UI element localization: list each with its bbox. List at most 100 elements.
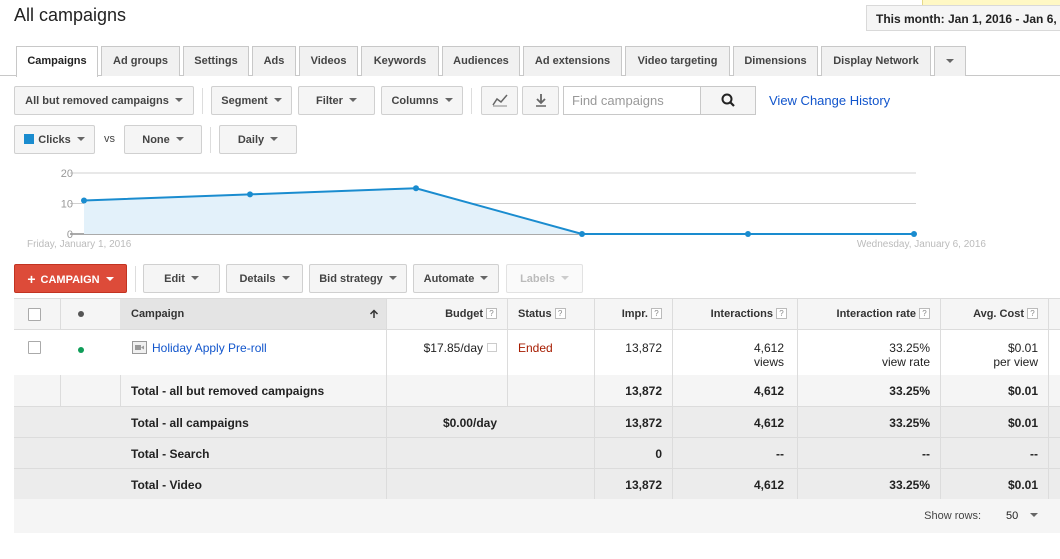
row-checkbox[interactable] xyxy=(28,341,41,354)
tab-ad-extensions[interactable]: Ad extensions xyxy=(523,46,622,76)
sort-ascending-icon xyxy=(369,309,379,318)
data-point xyxy=(413,185,419,192)
table-footer: Show rows: 50 xyxy=(14,499,1060,533)
metric2-label: None xyxy=(142,134,170,146)
column-header-interactions[interactable]: Interactions? xyxy=(672,299,797,329)
interaction-rate-cell: 33.25% view rate xyxy=(797,330,940,375)
edit-budget-icon[interactable] xyxy=(487,343,497,353)
tab-video-targeting[interactable]: Video targeting xyxy=(625,46,730,76)
total-interactions: -- xyxy=(776,447,784,461)
search-button[interactable] xyxy=(700,86,756,115)
chevron-down-icon xyxy=(273,98,282,103)
segment-label: Segment xyxy=(221,95,268,107)
show-rows-select[interactable]: 50 xyxy=(1006,506,1052,526)
chevron-down-icon xyxy=(190,276,199,281)
tab-campaigns[interactable]: Campaigns xyxy=(16,46,98,77)
column-header-impr[interactable]: Impr.? xyxy=(594,299,672,329)
column-status-label: Status xyxy=(518,308,552,320)
columns-dropdown[interactable]: Columns xyxy=(381,86,463,115)
budget-value: $17.85/day xyxy=(423,341,483,355)
metric1-label: Clicks xyxy=(38,134,71,146)
add-campaign-button[interactable]: + CAMPAIGN xyxy=(14,264,127,293)
line-chart-icon xyxy=(491,94,508,107)
column-interactions-label: Interactions xyxy=(710,308,773,320)
column-divider xyxy=(1048,299,1049,329)
search-input[interactable] xyxy=(563,86,700,115)
metric2-dropdown[interactable]: None xyxy=(124,125,202,154)
y-tick-label: 20 xyxy=(61,168,73,180)
impr-cell: 13,872 xyxy=(625,341,662,355)
total-budget: $0.00/day xyxy=(442,416,497,430)
segment-dropdown[interactable]: Segment xyxy=(211,86,292,115)
toolbar-divider xyxy=(210,127,211,153)
date-range-picker[interactable]: This month: Jan 1, 2016 - Jan 6, 2016 xyxy=(866,0,1060,32)
edit-dropdown[interactable]: Edit xyxy=(143,264,220,293)
column-divider xyxy=(60,299,61,329)
automate-dropdown[interactable]: Automate xyxy=(413,264,499,293)
help-icon[interactable]: ? xyxy=(776,307,787,319)
total-interaction-rate: 33.25% xyxy=(889,384,930,398)
column-header-campaign[interactable]: Campaign xyxy=(120,299,386,329)
select-all-checkbox[interactable] xyxy=(28,308,41,321)
automate-label: Automate xyxy=(423,273,475,285)
chevron-down-icon xyxy=(444,98,453,103)
date-range-label[interactable]: This month: Jan 1, 2016 - Jan 6, 2016 xyxy=(866,5,1060,31)
total-interactions: 4,612 xyxy=(753,478,784,492)
tab-audiences[interactable]: Audiences xyxy=(442,46,520,76)
data-point xyxy=(579,231,585,237)
help-icon[interactable]: ? xyxy=(651,307,662,319)
total-avg-cost: $0.01 xyxy=(1007,478,1038,492)
download-button[interactable] xyxy=(522,86,559,115)
total-avg-cost: $0.01 xyxy=(1007,384,1038,398)
filter-dropdown[interactable]: Filter xyxy=(298,86,375,115)
total-budget xyxy=(386,375,507,406)
view-change-history-link[interactable]: View Change History xyxy=(769,93,890,108)
total-interaction-rate: 33.25% xyxy=(889,478,930,492)
campaign-name-link[interactable]: Holiday Apply Pre-roll xyxy=(152,341,267,355)
metric1-dropdown[interactable]: Clicks xyxy=(14,125,95,154)
table-row-total-video: Total - Video 13,872 4,612 33.25% $0.01 xyxy=(14,468,1060,499)
tab-settings[interactable]: Settings xyxy=(183,46,249,76)
columns-label: Columns xyxy=(391,95,439,107)
more-tabs-button[interactable] xyxy=(934,46,966,76)
campaigns-table: Campaign Budget? Status? Impr.? Interact… xyxy=(14,298,1060,499)
period-dropdown[interactable]: Daily xyxy=(219,125,297,154)
chevron-down-icon xyxy=(560,276,569,281)
chevron-down-icon xyxy=(76,137,85,142)
search-icon xyxy=(721,93,735,107)
help-icon[interactable]: ? xyxy=(919,307,930,319)
column-divider xyxy=(1048,469,1049,499)
column-avg-cost-label: Avg. Cost xyxy=(973,308,1024,320)
toggle-chart-button[interactable] xyxy=(481,86,518,115)
column-header-interaction-rate[interactable]: Interaction rate? xyxy=(797,299,940,329)
campaign-scope-label: All but removed campaigns xyxy=(25,95,169,107)
tab-display-network[interactable]: Display Network xyxy=(821,46,931,76)
bid-strategy-dropdown[interactable]: Bid strategy xyxy=(309,264,407,293)
plus-icon: + xyxy=(27,271,36,287)
help-icon[interactable]: ? xyxy=(1027,307,1038,319)
tab-ad-groups[interactable]: Ad groups xyxy=(101,46,180,76)
tab-dimensions[interactable]: Dimensions xyxy=(733,46,818,76)
table-row: Holiday Apply Pre-roll $17.85/day Ended … xyxy=(14,330,1060,375)
table-row-total-all-but-removed: Total - all but removed campaigns 13,872… xyxy=(14,375,1060,406)
status-cell: Ended xyxy=(518,341,553,355)
total-impr: 0 xyxy=(655,447,662,461)
budget-cell: $17.85/day xyxy=(386,330,507,375)
campaign-scope-dropdown[interactable]: All but removed campaigns xyxy=(14,86,194,115)
tab-ads[interactable]: Ads xyxy=(252,46,296,76)
column-header-budget[interactable]: Budget? xyxy=(386,299,507,329)
total-budget xyxy=(386,438,507,468)
total-avg-cost: -- xyxy=(1030,447,1038,461)
page-title: All campaigns xyxy=(14,5,127,25)
total-label: Total - all but removed campaigns xyxy=(131,384,325,398)
column-header-status[interactable]: Status? xyxy=(507,299,594,329)
labels-dropdown[interactable]: Labels xyxy=(506,264,583,293)
tab-keywords[interactable]: Keywords xyxy=(361,46,439,76)
data-point xyxy=(81,197,87,204)
help-icon[interactable]: ? xyxy=(554,307,566,319)
details-dropdown[interactable]: Details xyxy=(226,264,303,293)
tab-videos[interactable]: Videos xyxy=(299,46,358,76)
help-icon[interactable]: ? xyxy=(486,307,497,319)
column-header-avg-cost[interactable]: Avg. Cost? xyxy=(940,299,1048,329)
interaction-rate-value: 33.25% xyxy=(889,341,930,355)
